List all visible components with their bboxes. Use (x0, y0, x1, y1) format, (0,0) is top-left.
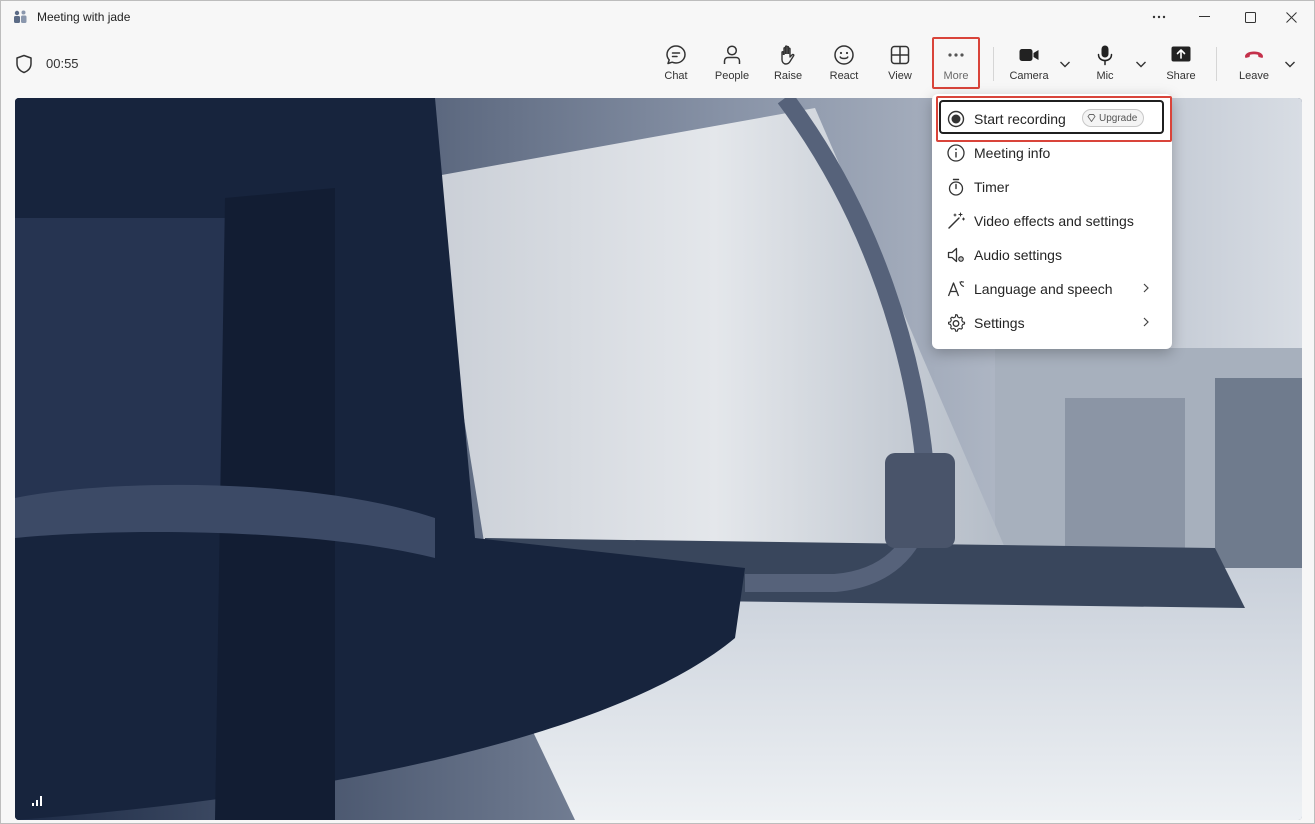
share-screen-icon (1171, 46, 1191, 62)
close-icon (1285, 11, 1297, 23)
maximize-icon (1244, 11, 1256, 23)
camera-options-chevron-icon[interactable] (1058, 57, 1072, 71)
minimize-button[interactable] (1181, 1, 1227, 33)
stopwatch-icon (948, 178, 964, 196)
window-title: Meeting with jade (37, 10, 131, 24)
view-label: View (888, 70, 912, 82)
speaker-gear-icon (947, 247, 964, 263)
grid-view-icon (890, 45, 910, 65)
video-camera-icon (1019, 49, 1039, 61)
people-label: People (714, 70, 750, 82)
language-icon (947, 281, 965, 297)
mic-label: Mic (1096, 70, 1114, 82)
audio-settings-label: Audio settings (974, 247, 1062, 263)
hang-up-phone-icon (1245, 51, 1263, 58)
meeting-info-label: Meeting info (974, 145, 1051, 161)
smiley-icon (834, 45, 854, 65)
leave-label: Leave (1239, 70, 1269, 82)
leave-button[interactable]: Leave (1226, 39, 1282, 89)
share-label: Share (1166, 70, 1196, 82)
meeting-toolbar: 00:55 Chat People Raise React View More … (1, 33, 1314, 95)
menu-item-timer[interactable]: Timer (932, 169, 1172, 203)
language-speech-label: Language and speech (974, 281, 1113, 297)
chat-button[interactable]: Chat (648, 39, 704, 89)
connection-signal-icon (32, 796, 42, 806)
info-icon (947, 144, 965, 162)
mic-options-chevron-icon[interactable] (1134, 57, 1148, 71)
hand-icon (781, 45, 795, 65)
close-button[interactable] (1268, 1, 1314, 33)
gear-icon (947, 313, 966, 332)
toolbar-divider (1216, 47, 1217, 81)
menu-item-audio-settings[interactable]: Audio settings (932, 237, 1172, 271)
menu-item-settings[interactable]: Settings (932, 305, 1172, 339)
meeting-window: Meeting with jade 00:55 Chat People Rais… (0, 0, 1315, 824)
raise-hand-button[interactable]: Raise (760, 39, 816, 89)
share-button[interactable]: Share (1153, 39, 1209, 89)
raise-label: Raise (773, 70, 803, 82)
chat-label: Chat (664, 70, 688, 82)
start-recording-highlight (936, 96, 1172, 142)
more-button-highlight (932, 37, 980, 89)
microphone-icon (1097, 45, 1113, 66)
video-effects-label: Video effects and settings (974, 213, 1134, 229)
title-bar: Meeting with jade (1, 1, 1314, 33)
shield-icon (16, 54, 32, 74)
settings-label: Settings (974, 315, 1025, 331)
react-label: React (829, 70, 859, 82)
chat-icon (666, 45, 686, 65)
teams-app-icon (14, 10, 27, 23)
maximize-button[interactable] (1227, 1, 1273, 33)
ellipsis-icon (1152, 15, 1166, 19)
people-button[interactable]: People (704, 39, 760, 89)
person-icon (723, 45, 741, 64)
chevron-right-icon (1143, 317, 1149, 327)
leave-options-chevron-icon[interactable] (1283, 57, 1297, 71)
camera-label: Camera (1009, 70, 1049, 82)
toolbar-divider (993, 47, 994, 81)
magic-wand-icon (948, 212, 966, 229)
meeting-timer: 00:55 (46, 56, 79, 71)
menu-item-language-speech[interactable]: Language and speech (932, 271, 1172, 305)
menu-item-video-effects[interactable]: Video effects and settings (932, 203, 1172, 237)
mic-button[interactable]: Mic (1077, 39, 1133, 89)
react-button[interactable]: React (816, 39, 872, 89)
view-button[interactable]: View (872, 39, 928, 89)
window-more-button[interactable] (1136, 1, 1182, 33)
camera-button[interactable]: Camera (1001, 39, 1057, 89)
minimize-icon (1198, 16, 1210, 17)
chevron-right-icon (1143, 283, 1149, 293)
timer-label: Timer (974, 179, 1010, 195)
